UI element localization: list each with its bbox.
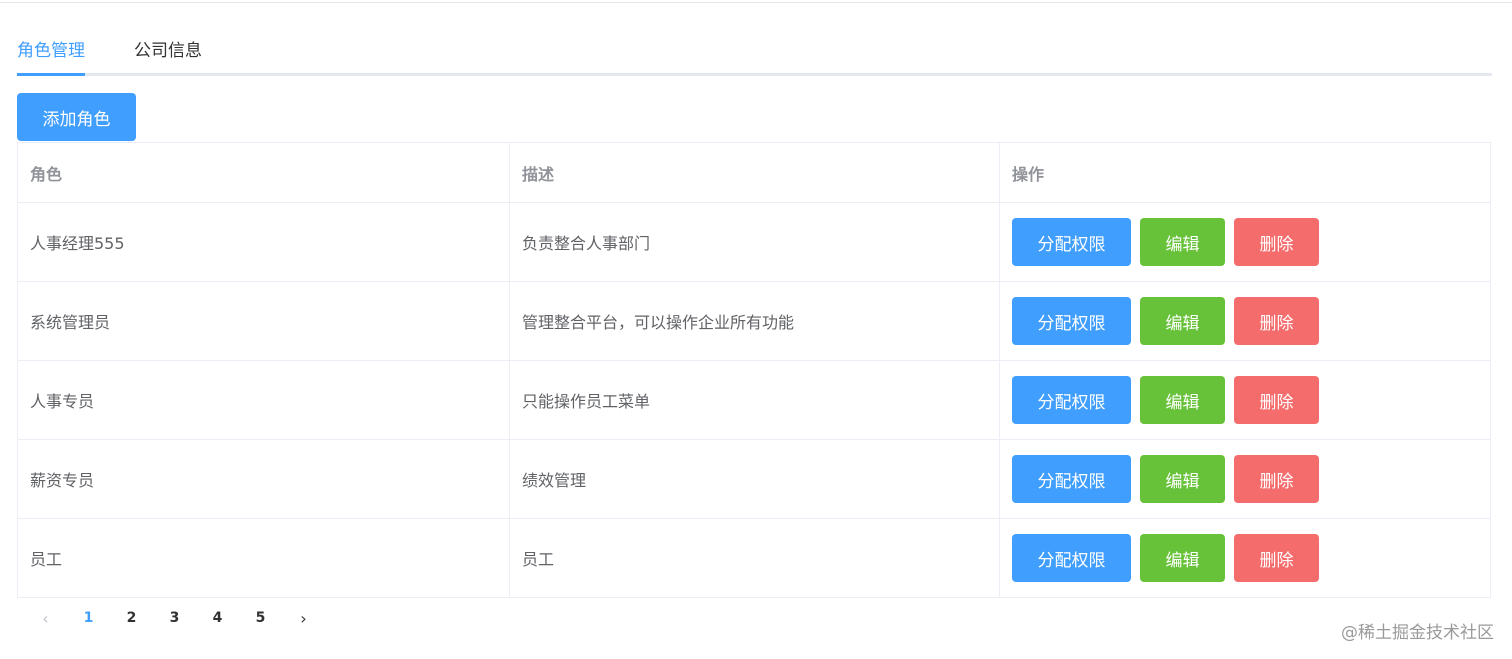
prev-page-icon[interactable]: ‹ <box>24 609 67 628</box>
delete-button[interactable]: 删除 <box>1234 455 1319 503</box>
assign-permission-button[interactable]: 分配权限 <box>1012 297 1131 345</box>
table-row: 系统管理员 管理整合平台，可以操作企业所有功能 分配权限 编辑 删除 <box>17 281 1491 361</box>
page-4[interactable]: 4 <box>196 610 239 626</box>
tab-role-management[interactable]: 角色管理 <box>17 36 85 76</box>
role-cell: 员工 <box>17 518 510 598</box>
delete-button[interactable]: 删除 <box>1234 297 1319 345</box>
page-5[interactable]: 5 <box>239 610 282 626</box>
description-cell: 管理整合平台，可以操作企业所有功能 <box>509 281 1000 361</box>
next-page-icon[interactable]: › <box>282 609 325 628</box>
tab-active-indicator <box>17 73 85 76</box>
table-header-row: 角色 描述 操作 <box>17 142 1491 203</box>
role-cell: 薪资专员 <box>17 439 510 519</box>
delete-button[interactable]: 删除 <box>1234 218 1319 266</box>
actions-cell: 分配权限 编辑 删除 <box>999 439 1491 519</box>
assign-permission-button[interactable]: 分配权限 <box>1012 376 1131 424</box>
edit-button[interactable]: 编辑 <box>1140 376 1225 424</box>
description-cell: 只能操作员工菜单 <box>509 360 1000 440</box>
actions-cell: 分配权限 编辑 删除 <box>999 360 1491 440</box>
pagination: ‹ 1 2 3 4 5 › <box>24 604 325 632</box>
actions-cell: 分配权限 编辑 删除 <box>999 518 1491 598</box>
actions-cell: 分配权限 编辑 删除 <box>999 281 1491 361</box>
header-role: 角色 <box>17 142 510 203</box>
table-row: 人事经理555 负责整合人事部门 分配权限 编辑 删除 <box>17 202 1491 282</box>
edit-button[interactable]: 编辑 <box>1140 297 1225 345</box>
delete-button[interactable]: 删除 <box>1234 376 1319 424</box>
edit-button[interactable]: 编辑 <box>1140 218 1225 266</box>
assign-permission-button[interactable]: 分配权限 <box>1012 455 1131 503</box>
description-cell: 员工 <box>509 518 1000 598</box>
add-role-button[interactable]: 添加角色 <box>17 93 136 141</box>
header-description: 描述 <box>509 142 1000 203</box>
table-row: 人事专员 只能操作员工菜单 分配权限 编辑 删除 <box>17 360 1491 440</box>
delete-button[interactable]: 删除 <box>1234 534 1319 582</box>
assign-permission-button[interactable]: 分配权限 <box>1012 218 1131 266</box>
page-2[interactable]: 2 <box>110 610 153 626</box>
description-cell: 绩效管理 <box>509 439 1000 519</box>
role-cell: 人事专员 <box>17 360 510 440</box>
tabs-bar <box>17 73 1492 76</box>
page-1[interactable]: 1 <box>67 610 110 626</box>
tabs: 角色管理 公司信息 <box>17 36 1492 76</box>
edit-button[interactable]: 编辑 <box>1140 534 1225 582</box>
description-cell: 负责整合人事部门 <box>509 202 1000 282</box>
page-3[interactable]: 3 <box>153 610 196 626</box>
actions-cell: 分配权限 编辑 删除 <box>999 202 1491 282</box>
watermark: @稀土掘金技术社区 <box>1341 623 1494 643</box>
role-cell: 系统管理员 <box>17 281 510 361</box>
roles-table: 角色 描述 操作 人事经理555 负责整合人事部门 分配权限 编辑 删除 系统管理员… <box>17 142 1491 598</box>
header-actions: 操作 <box>999 142 1491 203</box>
top-divider <box>0 2 1512 3</box>
role-cell: 人事经理555 <box>17 202 510 282</box>
table-row: 员工 员工 分配权限 编辑 删除 <box>17 518 1491 598</box>
tab-company-info[interactable]: 公司信息 <box>134 36 202 76</box>
assign-permission-button[interactable]: 分配权限 <box>1012 534 1131 582</box>
edit-button[interactable]: 编辑 <box>1140 455 1225 503</box>
table-row: 薪资专员 绩效管理 分配权限 编辑 删除 <box>17 439 1491 519</box>
